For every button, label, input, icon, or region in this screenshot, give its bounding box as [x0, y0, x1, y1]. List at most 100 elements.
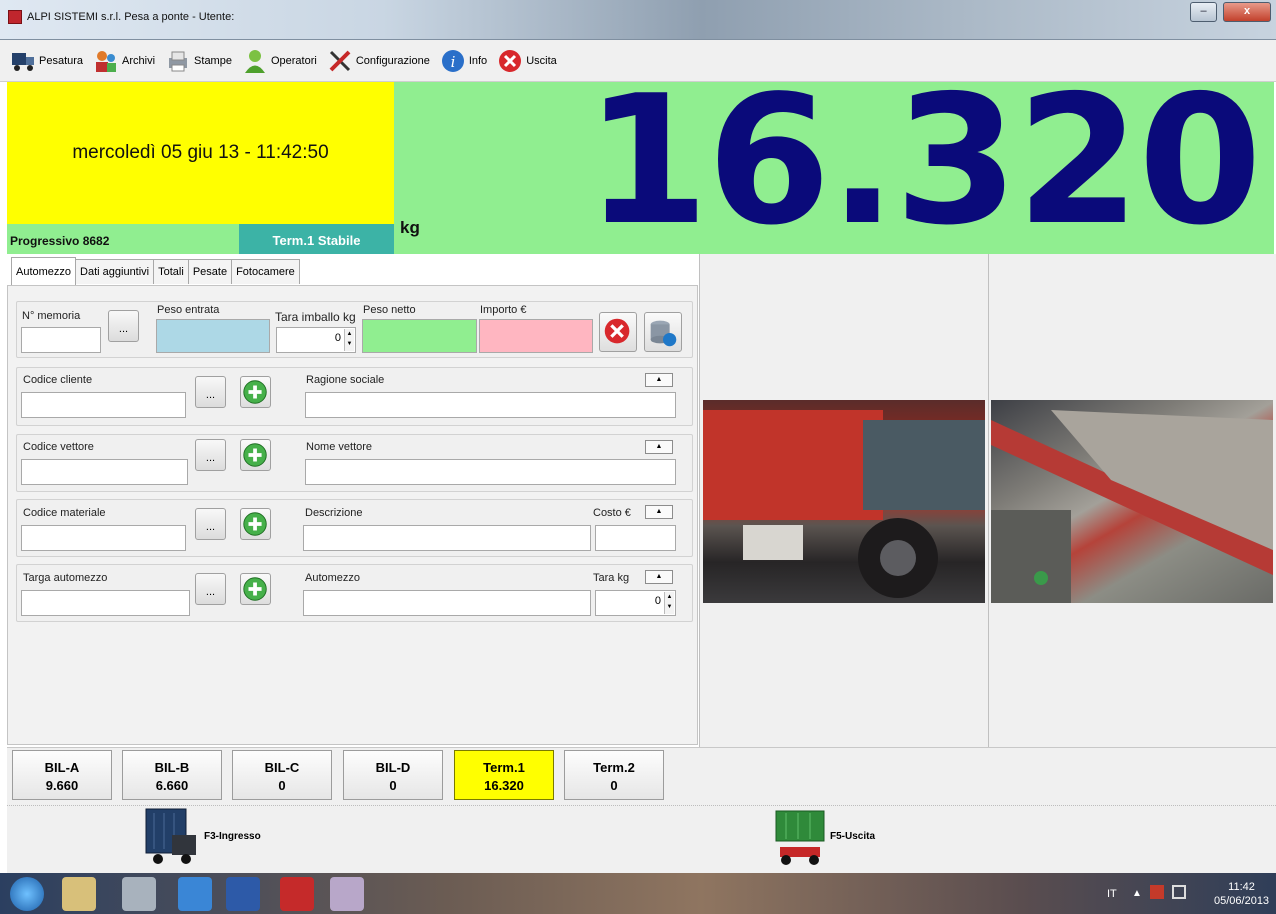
tab-pesate[interactable]: Pesate — [187, 259, 233, 284]
ragione-sociale-input[interactable] — [305, 392, 676, 418]
tab-automezzo[interactable]: Automezzo — [11, 257, 77, 285]
automezzo-lookup-button[interactable]: ... — [195, 573, 226, 605]
costo-expand-button[interactable]: ▲ — [645, 505, 673, 519]
memoria-input[interactable] — [21, 327, 101, 353]
taskbar-calculator-icon[interactable] — [122, 877, 156, 911]
nome-vettore-label: Nome vettore — [306, 441, 373, 453]
ingresso-label: F3-Ingresso — [204, 830, 261, 842]
clock-time: 11:42 — [1228, 881, 1255, 893]
scale-bil-b-button[interactable]: BIL-B 6.660 — [122, 750, 222, 800]
plus-icon — [243, 443, 267, 467]
targa-automezzo-input[interactable] — [21, 590, 190, 616]
container-truck-icon — [145, 808, 196, 864]
scale-bil-a-button[interactable]: BIL-A 9.660 — [12, 750, 112, 800]
toolbar-info[interactable]: i Info — [440, 48, 487, 74]
toolbar-operatori[interactable]: Operatori — [242, 48, 317, 74]
codice-vettore-input[interactable] — [21, 459, 188, 485]
tara-kg-spinner[interactable]: ▲ ▼ — [664, 592, 674, 614]
tab-fotocamere[interactable]: Fotocamere — [231, 259, 300, 284]
nome-vettore-input[interactable] — [305, 459, 676, 485]
scale-bil-c-button[interactable]: BIL-C 0 — [232, 750, 332, 800]
clock-date: 05/06/2013 — [1214, 895, 1270, 907]
plus-icon — [243, 577, 267, 601]
info-icon: i — [441, 49, 464, 72]
toolbar-configurazione[interactable]: Configurazione — [327, 48, 430, 74]
add-cliente-button[interactable] — [240, 376, 271, 408]
targa-automezzo-label: Targa automezzo — [23, 572, 108, 584]
plus-icon — [243, 380, 267, 404]
tara-imballo-spinner[interactable]: ▲ ▼ — [344, 329, 354, 351]
ragione-sociale-expand-button[interactable]: ▲ — [645, 373, 673, 387]
peso-netto-label: Peso netto — [363, 304, 416, 316]
scale-value: 16.320 — [484, 778, 524, 793]
scale-bil-d-button[interactable]: BIL-D 0 — [343, 750, 443, 800]
toolbar-archivi[interactable]: Archivi — [93, 48, 155, 74]
scale-value: 0 — [610, 778, 618, 793]
tab-totali[interactable]: Totali — [153, 259, 189, 284]
toolbar-pesatura[interactable]: Pesatura — [10, 48, 83, 74]
close-button[interactable]: x — [1223, 2, 1271, 22]
codice-cliente-input[interactable] — [21, 392, 186, 418]
tools-icon — [329, 50, 351, 71]
taskbar-app-icon[interactable] — [280, 877, 314, 911]
descrizione-input[interactable] — [303, 525, 591, 551]
materiale-lookup-button[interactable]: ... — [195, 508, 226, 540]
automezzo-input[interactable] — [303, 590, 591, 616]
truck-icon — [12, 52, 34, 71]
camera-divider — [988, 254, 989, 747]
camera-1-image[interactable] — [703, 400, 985, 603]
toolbar-stampe[interactable]: Stampe — [165, 48, 232, 74]
toolbar-label: Uscita — [526, 54, 557, 67]
save-database-button[interactable] — [644, 312, 682, 352]
scale-value: 9.660 — [45, 778, 79, 793]
language-indicator[interactable]: IT — [1107, 888, 1117, 900]
codice-vettore-label: Codice vettore — [23, 441, 94, 453]
memoria-label: N° memoria — [22, 310, 81, 322]
memoria-lookup-button[interactable]: ... — [108, 310, 139, 342]
database-icon — [650, 320, 677, 347]
scale-name: BIL-C — [264, 760, 300, 775]
tray-expand-icon[interactable]: ▲ — [1132, 888, 1142, 899]
weight-display: 16.320 — [585, 57, 1262, 264]
taskbar-word-icon[interactable] — [226, 877, 260, 911]
tara-kg-value: 0 — [654, 595, 661, 607]
add-materiale-button[interactable] — [240, 508, 271, 540]
ingresso-button[interactable]: F3-Ingresso — [142, 805, 261, 867]
toolbar-uscita[interactable]: Uscita — [497, 48, 557, 74]
peso-entrata-field — [156, 319, 270, 353]
tara-imballo-input[interactable]: 0 ▲ ▼ — [276, 327, 356, 353]
scale-value: 0 — [278, 778, 286, 793]
add-vettore-button[interactable] — [240, 439, 271, 471]
toolbar-label: Info — [468, 54, 488, 67]
cliente-lookup-button[interactable]: ... — [195, 376, 226, 408]
tray-flag-icon[interactable] — [1150, 885, 1164, 899]
taskbar-explorer-icon[interactable] — [62, 877, 96, 911]
codice-cliente-label: Codice cliente — [23, 374, 93, 386]
costo-input[interactable] — [595, 525, 676, 551]
scale-name: BIL-A — [44, 760, 80, 775]
tara-kg-input[interactable]: 0 ▲ ▼ — [595, 590, 676, 616]
add-automezzo-button[interactable] — [240, 573, 271, 605]
scale-name: Term.1 — [483, 760, 525, 775]
tray-clock[interactable]: 11:42 05/06/2013 — [1214, 880, 1269, 908]
status-badge: Term.1 Stabile — [239, 224, 394, 254]
nome-vettore-expand-button[interactable]: ▲ — [645, 440, 673, 454]
minimize-button[interactable]: – — [1190, 2, 1217, 22]
tray-network-icon[interactable] — [1172, 885, 1186, 899]
cancel-weighing-button[interactable] — [599, 312, 637, 352]
scale-term1-button[interactable]: Term.1 16.320 — [454, 750, 554, 800]
scale-name: BIL-B — [154, 760, 190, 775]
form-panel: N° memoria ... Peso entrata Tara imballo… — [7, 285, 698, 745]
tab-dati-aggiuntivi[interactable]: Dati aggiuntivi — [75, 259, 155, 284]
scale-term2-button[interactable]: Term.2 0 — [564, 750, 664, 800]
start-button[interactable] — [10, 877, 44, 911]
tara-kg-expand-button[interactable]: ▲ — [645, 570, 673, 584]
ragione-sociale-label: Ragione sociale — [306, 374, 385, 386]
taskbar-paint-icon[interactable] — [330, 877, 364, 911]
taskbar-ie-icon[interactable] — [178, 877, 212, 911]
uscita-button[interactable]: F5-Uscita — [770, 805, 875, 867]
camera-2-image[interactable] — [991, 400, 1273, 603]
vettore-lookup-button[interactable]: ... — [195, 439, 226, 471]
toolbar-label: Operatori — [270, 54, 317, 67]
codice-materiale-input[interactable] — [21, 525, 186, 551]
